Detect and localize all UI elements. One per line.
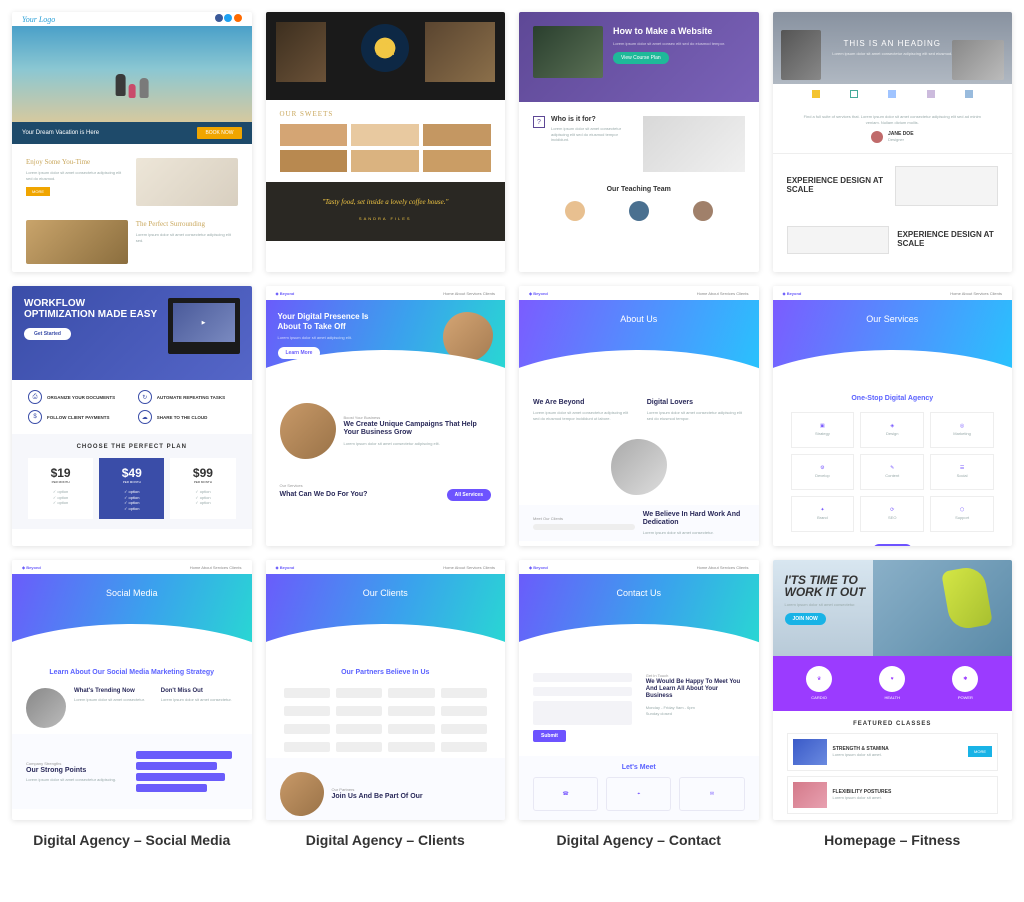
template-item-clients: ◆ BeyondHome About Services Clients Our … bbox=[266, 560, 506, 848]
caption-contact: Digital Agency – Contact bbox=[519, 820, 759, 848]
price2: $49 bbox=[103, 466, 160, 480]
hero-image bbox=[533, 26, 603, 78]
feat1: ORGANIZE YOUR DOCUMENTS bbox=[47, 395, 115, 400]
what: What Can We Do For You? bbox=[280, 491, 368, 498]
hero: I'TS TIME TO WORK IT OUT bbox=[785, 574, 875, 598]
section2-title: The Perfect Surrounding bbox=[136, 220, 238, 228]
hero: About Us bbox=[620, 314, 657, 324]
campaigns: We Create Unique Campaigns That Help You… bbox=[344, 421, 492, 438]
section1-title: Enjoy Some You-Time bbox=[26, 158, 128, 166]
template-heading[interactable]: THIS IS AN HEADING Lorem ipsum dolor sit… bbox=[773, 12, 1013, 272]
section2-image bbox=[26, 220, 128, 264]
caption-fitness: Homepage – Fitness bbox=[773, 820, 1013, 848]
exp2: EXPERIENCE DESIGN AT SCALE bbox=[897, 231, 998, 249]
template-vacation[interactable]: Your Logo Your Dream Vacation is Here BO… bbox=[12, 12, 252, 272]
hero: Our Services bbox=[866, 314, 918, 324]
quote-author: SANDRA FILES bbox=[280, 216, 492, 221]
hero: WORKFLOW OPTIMIZATION MADE EASY bbox=[24, 298, 158, 320]
hero: Social Media bbox=[106, 588, 158, 598]
get-started-button[interactable]: Get Started bbox=[24, 328, 71, 340]
price3: $99 bbox=[174, 466, 231, 480]
hero: Contact Us bbox=[616, 588, 661, 598]
plan-heading: CHOOSE THE PERFECT PLAN bbox=[28, 444, 236, 450]
template-fitness[interactable]: I'TS TIME TO WORK IT OUT Lorem ipsum dol… bbox=[773, 560, 1013, 820]
feat3: FOLLOW CLIENT PAYMENTS bbox=[47, 415, 110, 420]
join: Join Us And Be Part Of Our bbox=[332, 793, 492, 801]
template-agency-services[interactable]: ◆ BeyondHome About Services Clients Our … bbox=[773, 286, 1013, 546]
meet: Let's Meet bbox=[533, 764, 745, 777]
strong: Our Strong Points bbox=[26, 767, 128, 774]
template-agency-about[interactable]: ◆ BeyondHome About Services Clients Abou… bbox=[519, 286, 759, 546]
template-item-social: ◆ BeyondHome About Services Clients Soci… bbox=[12, 560, 252, 848]
hero: Our Clients bbox=[363, 588, 408, 598]
template-workflow[interactable]: WORKFLOW OPTIMIZATION MADE EASY Get Star… bbox=[12, 286, 252, 546]
quote: "Tasty food, set inside a lovely coffee … bbox=[280, 198, 492, 206]
template-agency-contact[interactable]: ◆ BeyondHome About Services Clients Cont… bbox=[519, 560, 759, 820]
logo: Your Logo bbox=[22, 15, 55, 24]
price1: $19 bbox=[32, 466, 89, 480]
view-course-button[interactable]: View Course Plan bbox=[613, 52, 669, 64]
team-title: Our Teaching Team bbox=[519, 186, 759, 201]
who-image bbox=[643, 116, 745, 172]
feat2: AUTOMATE REPEATING TASKS bbox=[157, 395, 225, 400]
template-item-contact: ◆ BeyondHome About Services Clients Cont… bbox=[519, 560, 759, 848]
sub: Our Partners Believe In Us bbox=[266, 659, 506, 682]
cta-button[interactable]: Start Now bbox=[873, 544, 912, 546]
classes: FEATURED CLASSES bbox=[787, 721, 999, 727]
book-button[interactable]: BOOK NOW bbox=[197, 127, 241, 139]
caption-social: Digital Agency – Social Media bbox=[12, 820, 252, 848]
template-howto-website[interactable]: How to Make a Website Lorem ipsum dolor … bbox=[519, 12, 759, 272]
template-gallery-grid: Your Logo Your Dream Vacation is Here BO… bbox=[12, 12, 1012, 848]
feat4: SHARE TO THE CLOUD bbox=[157, 415, 208, 420]
exp1: EXPERIENCE DESIGN AT SCALE bbox=[787, 177, 888, 195]
sub1: We Are Beyond bbox=[533, 399, 631, 406]
sweets-title: OUR SWEETS bbox=[280, 110, 492, 118]
template-agency-clients[interactable]: ◆ BeyondHome About Services Clients Our … bbox=[266, 560, 506, 820]
section1-image bbox=[136, 158, 238, 206]
sub: One-Stop Digital Agency bbox=[773, 385, 1013, 408]
template-agency-home[interactable]: ◆ BeyondHome About Services Clients Your… bbox=[266, 286, 506, 546]
hero1: Your Digital Presence Is bbox=[278, 312, 369, 321]
dontmiss: Don't Miss Out bbox=[161, 688, 238, 694]
believe: We Believe In Hard Work And Dedication bbox=[643, 511, 745, 526]
sub: Learn About Our Social Media Marketing S… bbox=[12, 659, 252, 682]
template-agency-social[interactable]: ◆ BeyondHome About Services Clients Soci… bbox=[12, 560, 252, 820]
trending: What's Trending Now bbox=[74, 688, 151, 694]
cta-button[interactable]: All Services bbox=[447, 489, 491, 501]
template-item-fitness: I'TS TIME TO WORK IT OUT Lorem ipsum dol… bbox=[773, 560, 1013, 848]
template-restaurant[interactable]: BRUNCH—★—PASSION OUR SWEETS "Tasty food,… bbox=[266, 12, 506, 272]
hero-text: Your Dream Vacation is Here bbox=[22, 130, 99, 136]
hero-image bbox=[12, 26, 252, 122]
social-icons bbox=[215, 14, 242, 24]
who-title: Who is it for? bbox=[551, 116, 635, 123]
caption-clients: Digital Agency – Clients bbox=[266, 820, 506, 848]
hero-heading: THIS IS AN HEADING bbox=[832, 39, 952, 48]
hero-title: How to Make a Website bbox=[613, 26, 745, 37]
sub2: Digital Lovers bbox=[647, 399, 745, 406]
hero2: About To Take Off bbox=[278, 322, 346, 331]
happy: We Would Be Happy To Meet You And Learn … bbox=[646, 679, 745, 701]
